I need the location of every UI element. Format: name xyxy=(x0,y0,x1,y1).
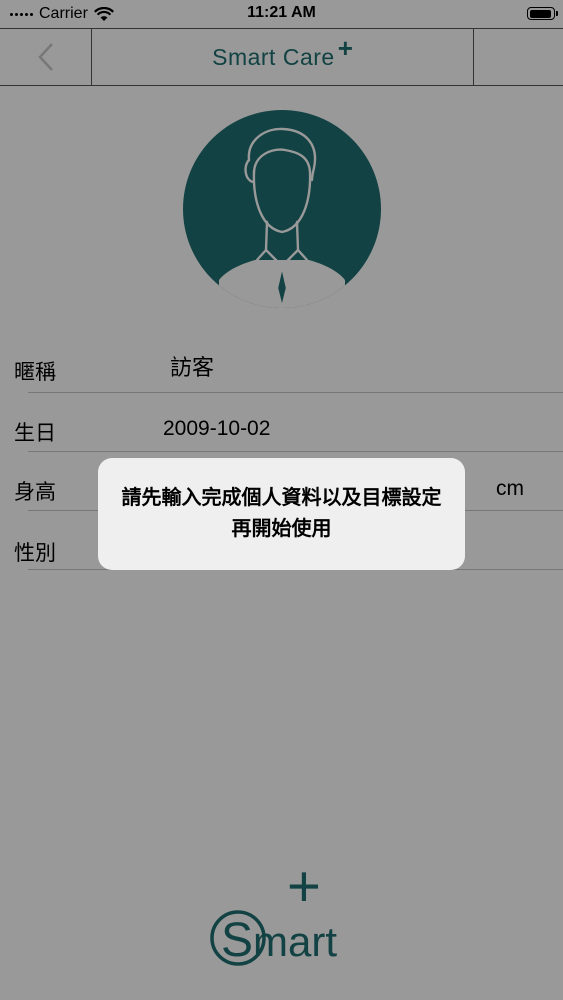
toast-message-box: 請先輸入完成個人資料以及目標設定再開始使用 xyxy=(98,458,465,570)
toast-message: 請先輸入完成個人資料以及目標設定再開始使用 xyxy=(121,487,442,540)
profile-screen: Carrier 11:21 AM Smart Care + 暱稱 訪客 生日 2… xyxy=(0,0,563,1000)
